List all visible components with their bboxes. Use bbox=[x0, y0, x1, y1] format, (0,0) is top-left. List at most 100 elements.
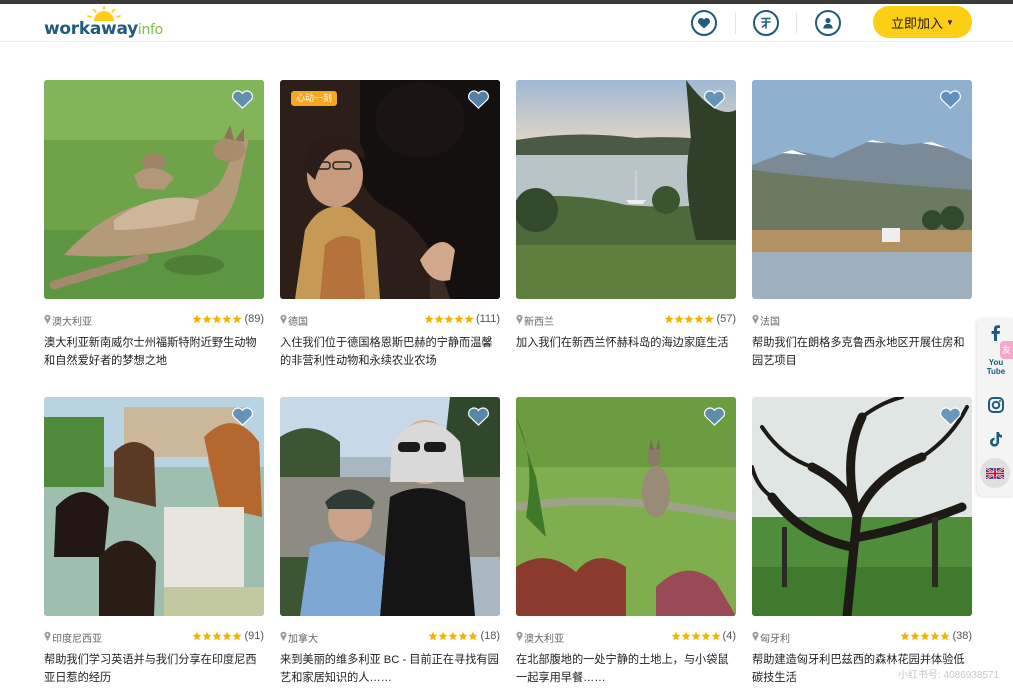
listing-title[interactable]: 澳大利亚新南威尔士州福斯特附近野生动物和自然爱好者的梦想之地 bbox=[44, 334, 264, 370]
location-pin-icon bbox=[44, 631, 51, 641]
listing-card[interactable]: 匈牙利 (38) 帮助建造匈牙利巴兹西的森林花园并体验低碳技生活 bbox=[752, 397, 972, 684]
review-count: (89) bbox=[244, 313, 264, 325]
listing-card[interactable]: 澳大利亚 (89) 澳大利亚新南威尔士州福斯特附近野生动物和自然爱好者的梦想之地 bbox=[44, 80, 264, 367]
join-now-button[interactable]: 立即加入 ▼ bbox=[873, 6, 972, 38]
listing-card[interactable]: 心动一刻 德国 (111) 入住我们位于德国格恩斯巴赫的宁静而温馨的非营利性动物… bbox=[280, 80, 500, 367]
listing-photo[interactable] bbox=[752, 397, 972, 616]
review-count: (91) bbox=[244, 630, 264, 642]
star-rating bbox=[428, 631, 478, 641]
listing-meta: 加拿大 (18) bbox=[280, 630, 500, 645]
listing-title[interactable]: 帮助我们学习英语并与我们分享在印度尼西亚日惹的经历 bbox=[44, 651, 264, 687]
listing-rating: (111) bbox=[424, 313, 500, 325]
listing-rating: (57) bbox=[664, 313, 736, 325]
star-icon bbox=[192, 631, 202, 641]
youtube-label: You Tube bbox=[986, 358, 1006, 376]
star-icon bbox=[468, 631, 478, 641]
favorite-heart-icon[interactable] bbox=[231, 406, 254, 427]
listing-meta: 印度尼西亚 (91) bbox=[44, 630, 264, 645]
star-icon bbox=[711, 631, 721, 641]
listing-country: 加拿大 bbox=[288, 634, 318, 645]
listing-title[interactable]: 入住我们位于德国格恩斯巴赫的宁静而温馨的非营利性动物和永续农业农场 bbox=[280, 334, 500, 370]
star-icon bbox=[664, 314, 674, 324]
currency-button[interactable] bbox=[753, 10, 779, 36]
listing-card[interactable]: 法国 帮助我们在朗格多克鲁西永地区开展住房和园艺项目 bbox=[752, 80, 972, 367]
listing-title[interactable]: 来到美丽的维多利亚 BC - 目前正在寻找有园艺和家居知识的人…… bbox=[280, 651, 500, 687]
currency-icon bbox=[761, 17, 771, 29]
account-button[interactable] bbox=[815, 10, 841, 36]
star-icon bbox=[428, 631, 438, 641]
star-icon bbox=[222, 631, 232, 641]
star-icon bbox=[232, 631, 242, 641]
listing-photo[interactable] bbox=[280, 397, 500, 616]
star-icon bbox=[684, 314, 694, 324]
caret-down-icon: ▼ bbox=[946, 17, 954, 27]
listing-meta: 澳大利亚 (4) bbox=[516, 630, 736, 645]
listing-photo[interactable] bbox=[44, 397, 264, 616]
listing-photo[interactable]: 心动一刻 bbox=[280, 80, 500, 299]
wallaby-on-grass-photo bbox=[44, 80, 264, 299]
listing-photo[interactable] bbox=[516, 80, 736, 299]
group-selfie-photo bbox=[44, 397, 264, 616]
listing-photo[interactable] bbox=[516, 397, 736, 616]
user-icon bbox=[823, 17, 833, 29]
listing-card[interactable]: 新西兰 (57) 加入我们在新西兰怀赫科岛的海边家庭生活 bbox=[516, 80, 736, 349]
facebook-icon[interactable] bbox=[987, 324, 1005, 342]
listing-photo[interactable] bbox=[752, 80, 972, 299]
favorites-button[interactable] bbox=[691, 10, 717, 36]
star-icon bbox=[454, 314, 464, 324]
star-rating bbox=[192, 631, 242, 641]
star-rating bbox=[900, 631, 950, 641]
star-icon bbox=[930, 631, 940, 641]
listing-country: 澳大利亚 bbox=[524, 634, 564, 645]
star-icon bbox=[192, 314, 202, 324]
listing-country: 匈牙利 bbox=[760, 634, 790, 645]
favorite-heart-icon[interactable] bbox=[703, 89, 726, 110]
workaway-logo[interactable]: workawayinfo bbox=[44, 6, 164, 40]
location-pin-icon bbox=[516, 631, 523, 641]
featured-badge: 心动一刻 bbox=[291, 91, 338, 106]
listing-rating: (18) bbox=[428, 630, 500, 642]
listing-meta: 新西兰 (57) bbox=[516, 313, 736, 328]
favorite-heart-icon[interactable] bbox=[939, 89, 962, 110]
listing-title[interactable]: 在北部腹地的一处宁静的土地上，与小袋鼠一起享用早餐…… bbox=[516, 651, 736, 687]
star-icon bbox=[701, 631, 711, 641]
listing-card[interactable]: 加拿大 (18) 来到美丽的维多利亚 BC - 目前正在寻找有园艺和家居知识的人… bbox=[280, 397, 500, 684]
favorite-heart-icon[interactable] bbox=[467, 406, 490, 427]
listing-meta: 法国 bbox=[752, 313, 972, 328]
listing-rating: (91) bbox=[192, 630, 264, 642]
star-rating bbox=[664, 314, 714, 324]
listing-title[interactable]: 加入我们在新西兰怀赫科岛的海边家庭生活 bbox=[516, 334, 736, 352]
review-count: (4) bbox=[722, 630, 736, 642]
star-icon bbox=[444, 314, 454, 324]
favorite-heart-icon[interactable] bbox=[231, 89, 254, 110]
listing-card[interactable]: 印度尼西亚 (91) 帮助我们学习英语并与我们分享在印度尼西亚日惹的经历 bbox=[44, 397, 264, 684]
listing-rating: (38) bbox=[900, 630, 972, 642]
watermark-text: 小红书号: 4086938571 bbox=[898, 670, 1000, 681]
language-selector[interactable] bbox=[980, 458, 1010, 488]
star-icon bbox=[222, 314, 232, 324]
favorite-heart-icon[interactable] bbox=[467, 89, 490, 110]
favorite-heart-icon[interactable] bbox=[939, 406, 962, 427]
instagram-icon[interactable] bbox=[987, 396, 1005, 414]
side-pink-tab[interactable]: 友 bbox=[1000, 341, 1013, 359]
star-icon bbox=[438, 631, 448, 641]
mountain-lake-photo bbox=[752, 80, 972, 299]
wallaby-in-field-photo bbox=[516, 397, 736, 616]
seaside-bay-photo bbox=[516, 80, 736, 299]
woman-with-horse-photo bbox=[280, 80, 500, 299]
listing-photo[interactable] bbox=[44, 80, 264, 299]
youtube-icon[interactable]: You Tube bbox=[986, 358, 1006, 378]
tiktok-icon[interactable] bbox=[987, 430, 1005, 448]
join-label: 立即加入 bbox=[891, 15, 944, 31]
star-icon bbox=[910, 631, 920, 641]
listing-title[interactable]: 帮助我们在朗格多克鲁西永地区开展住房和园艺项目 bbox=[752, 334, 972, 370]
star-icon bbox=[448, 631, 458, 641]
header-divider bbox=[796, 12, 797, 34]
review-count: (57) bbox=[716, 313, 736, 325]
star-icon bbox=[458, 631, 468, 641]
listing-card[interactable]: 澳大利亚 (4) 在北部腹地的一处宁静的土地上，与小袋鼠一起享用早餐…… bbox=[516, 397, 736, 684]
site-header: workawayinfo 立即加入 ▼ bbox=[0, 4, 1013, 42]
listing-meta: 德国 (111) bbox=[280, 313, 500, 328]
listing-country: 新西兰 bbox=[524, 317, 554, 328]
favorite-heart-icon[interactable] bbox=[703, 406, 726, 427]
